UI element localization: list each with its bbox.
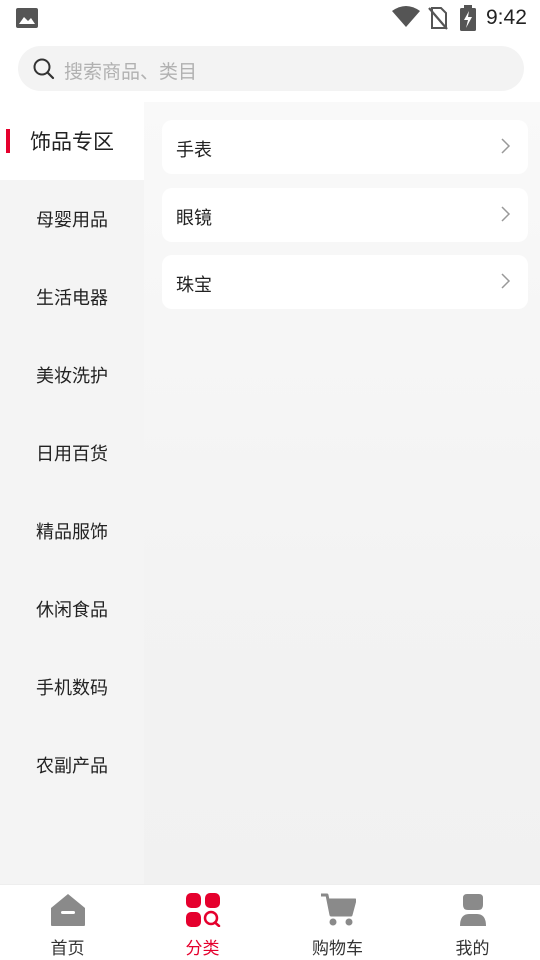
wifi-icon bbox=[392, 6, 420, 27]
sidebar-item-label: 农副产品 bbox=[36, 756, 108, 777]
tab-label: 我的 bbox=[455, 939, 490, 959]
chevron-right-icon bbox=[501, 206, 511, 222]
sidebar-item-label: 美妆洗护 bbox=[36, 366, 108, 387]
search-placeholder: 搜索商品、类目 bbox=[64, 61, 198, 83]
battery-charging-icon bbox=[460, 5, 476, 31]
sidebar-item-phones-digital[interactable]: 手机数码 bbox=[0, 648, 144, 726]
no-sim-icon bbox=[428, 7, 448, 30]
subcategory-panel: 手表 眼镜 珠宝 bbox=[144, 102, 540, 884]
tab-label: 首页 bbox=[50, 939, 85, 959]
tab-category[interactable]: 分类 bbox=[135, 885, 270, 960]
status-bar: 9:42 bbox=[0, 0, 540, 36]
subcategory-row-watches[interactable]: 手表 bbox=[162, 120, 528, 174]
subcategory-label: 眼镜 bbox=[176, 208, 212, 229]
tab-label: 分类 bbox=[185, 939, 220, 959]
sidebar-item-label: 休闲食品 bbox=[36, 600, 108, 621]
tab-cart[interactable]: 购物车 bbox=[270, 885, 405, 960]
chevron-right-icon bbox=[501, 138, 511, 154]
sidebar-item-baby-products[interactable]: 母婴用品 bbox=[0, 180, 144, 258]
sidebar-item-label: 母婴用品 bbox=[36, 210, 108, 231]
sidebar-item-label: 精品服饰 bbox=[36, 522, 108, 543]
sidebar-item-home-appliances[interactable]: 生活电器 bbox=[0, 258, 144, 336]
search-icon bbox=[33, 58, 55, 80]
sidebar-item-apparel[interactable]: 精品服饰 bbox=[0, 492, 144, 570]
subcategory-label: 珠宝 bbox=[176, 275, 212, 296]
sidebar-item-farm-products[interactable]: 农副产品 bbox=[0, 726, 144, 804]
status-time: 9:42 bbox=[486, 6, 527, 29]
subcategory-row-jewelry[interactable]: 珠宝 bbox=[162, 255, 528, 309]
search-input[interactable]: 搜索商品、类目 bbox=[18, 46, 524, 91]
category-icon bbox=[185, 893, 220, 927]
chevron-right-icon bbox=[501, 273, 511, 289]
tab-label: 购物车 bbox=[312, 939, 363, 959]
home-icon bbox=[50, 894, 85, 926]
sidebar-item-label: 日用百货 bbox=[36, 444, 108, 465]
sidebar-item-daily-goods[interactable]: 日用百货 bbox=[0, 414, 144, 492]
bottom-tab-bar: 首页 分类 购物车 我的 bbox=[0, 884, 540, 960]
sidebar-item-label: 生活电器 bbox=[36, 288, 108, 309]
profile-icon bbox=[459, 894, 486, 926]
search-header: 搜索商品、类目 bbox=[0, 36, 540, 102]
sidebar-item-label: 饰品专区 bbox=[30, 130, 114, 154]
subcategory-row-glasses[interactable]: 眼镜 bbox=[162, 188, 528, 242]
subcategory-label: 手表 bbox=[176, 140, 212, 161]
gallery-notification-icon bbox=[16, 8, 38, 28]
tab-home[interactable]: 首页 bbox=[0, 885, 135, 960]
sidebar-item-label: 手机数码 bbox=[36, 678, 108, 699]
sidebar-item-jewelry-zone[interactable]: 饰品专区 bbox=[0, 102, 144, 180]
tab-profile[interactable]: 我的 bbox=[405, 885, 540, 960]
cart-icon bbox=[320, 893, 356, 926]
sidebar-item-snacks[interactable]: 休闲食品 bbox=[0, 570, 144, 648]
sidebar-item-beauty-care[interactable]: 美妆洗护 bbox=[0, 336, 144, 414]
category-sidebar: 饰品专区 母婴用品 生活电器 美妆洗护 日用百货 精品服饰 休闲食品 手机数码 … bbox=[0, 102, 144, 884]
